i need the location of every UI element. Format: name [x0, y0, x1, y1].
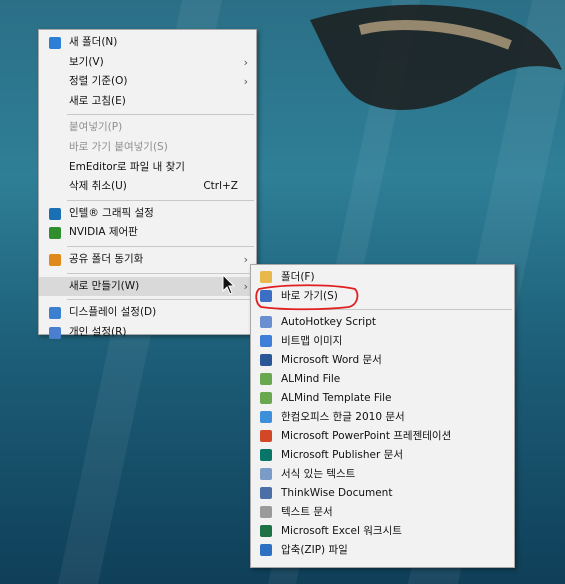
context-menu-item-13[interactable]: 개인 설정(R): [39, 323, 256, 343]
publisher-icon: [260, 449, 272, 461]
submenu-item-13[interactable]: Microsoft Excel 워크시트: [251, 522, 514, 541]
submenu-item-10[interactable]: 서식 있는 텍스트: [251, 465, 514, 484]
context-menu-item-label: 정렬 기준(O): [69, 75, 128, 88]
red-highlight-circle: [255, 284, 359, 311]
submenu-item-7[interactable]: 한컴오피스 한글 2010 문서: [251, 408, 514, 427]
submenu-item-label: 텍스트 문서: [281, 506, 333, 518]
submenu-item-label: Microsoft Excel 워크시트: [281, 525, 402, 537]
submenu-item-label: 비트맵 이미지: [281, 335, 343, 347]
context-menu-item-3[interactable]: 새로 고침(E): [39, 92, 256, 112]
almind-icon: [260, 373, 272, 385]
submenu-item-label: 폴더(F): [281, 271, 315, 283]
submenu-item-14[interactable]: 압축(ZIP) 파일: [251, 541, 514, 560]
context-menu-item-label: 공유 폴더 동기화: [69, 252, 144, 265]
context-menu-item-label: 개인 설정(R): [69, 325, 127, 338]
menu-separator: [67, 114, 254, 116]
excel-icon: [260, 525, 272, 537]
submenu-item-label: AutoHotkey Script: [281, 316, 376, 328]
context-menu-item-10[interactable]: 공유 폴더 동기화 ›: [39, 250, 256, 270]
context-menu-item-label: 붙여넣기(P): [69, 121, 123, 134]
menu-separator: [67, 245, 254, 247]
context-menu-item-label: 새 폴더(N): [69, 36, 118, 48]
context-menu-item-label: 새로 만들기(W): [69, 279, 140, 292]
personalize-icon: [49, 326, 61, 339]
thinkwise-icon: [260, 487, 272, 499]
display-settings-icon: [49, 307, 61, 320]
submenu-item-9[interactable]: Microsoft Publisher 문서: [251, 446, 514, 465]
ahk-script-icon: [260, 316, 272, 328]
context-menu-item-7[interactable]: 삭제 취소(U) Ctrl+Z: [39, 177, 256, 197]
word-icon: [260, 354, 272, 366]
submenu-item-11[interactable]: ThinkWise Document: [251, 484, 514, 503]
swim-fin-image: [310, 4, 562, 111]
chevron-right-icon: ›: [243, 279, 248, 293]
context-menu-item-label: 인텔® 그래픽 설정: [69, 206, 154, 219]
zip-icon: [260, 544, 272, 556]
context-menu-item-label: 디스플레이 설정(D): [69, 306, 157, 319]
context-menu-item-9[interactable]: NVIDIA 제어판: [39, 223, 256, 243]
context-menu-item-label: NVIDIA 제어판: [69, 226, 138, 239]
submenu-item-label: Microsoft PowerPoint 프레젠테이션: [281, 430, 452, 442]
shortcut-hint: Ctrl+Z: [203, 180, 238, 193]
context-menu-item-8[interactable]: 인텔® 그래픽 설정: [39, 204, 256, 224]
context-menu-item-5: 바로 가기 붙여넣기(S): [39, 138, 256, 158]
mouse-cursor-icon: [222, 274, 236, 295]
nvidia-icon: [49, 227, 61, 240]
context-menu-item-2[interactable]: 정렬 기준(O) ›: [39, 72, 256, 92]
context-menu-item-label: 새로 고침(E): [69, 94, 126, 107]
menu-separator: [67, 299, 254, 301]
hwp-icon: [260, 411, 272, 423]
context-menu-item-label: 바로 가기 붙여넣기(S): [69, 140, 168, 153]
context-menu-item-1[interactable]: 보기(V) ›: [39, 53, 256, 73]
submenu-item-8[interactable]: Microsoft PowerPoint 프레젠테이션: [251, 427, 514, 446]
menu-separator: [67, 199, 254, 201]
submenu-item-label: ALMind File: [281, 373, 341, 385]
context-menu-item-label: EmEditor로 파일 내 찾기: [69, 160, 185, 173]
context-menu-item-0[interactable]: 새 폴더(N): [39, 33, 256, 53]
powerpoint-icon: [260, 430, 272, 442]
submenu-item-label: ALMind Template File: [281, 392, 392, 404]
context-menu-item-4: 붙여넣기(P): [39, 118, 256, 138]
submenu-item-6[interactable]: ALMind Template File: [251, 389, 514, 408]
text-document-icon: [260, 506, 272, 518]
submenu-item-12[interactable]: 텍스트 문서: [251, 503, 514, 522]
folder-icon: [260, 271, 272, 283]
chevron-right-icon: ›: [243, 55, 248, 69]
submenu-item-2[interactable]: AutoHotkey Script: [251, 313, 514, 332]
new-folder-icon: [49, 37, 61, 49]
context-menu-item-label: 삭제 취소(U): [69, 180, 127, 193]
bitmap-icon: [260, 335, 272, 347]
submenu-item-label: 한컴오피스 한글 2010 문서: [281, 411, 405, 423]
sync-folder-icon: [49, 253, 61, 266]
chevron-right-icon: ›: [243, 252, 248, 266]
submenu-item-label: 압축(ZIP) 파일: [281, 544, 348, 556]
submenu-item-5[interactable]: ALMind File: [251, 370, 514, 389]
submenu-item-label: 서식 있는 텍스트: [281, 468, 356, 480]
submenu-item-label: Microsoft Word 문서: [281, 354, 382, 366]
chevron-right-icon: ›: [243, 75, 248, 89]
submenu-item-label: Microsoft Publisher 문서: [281, 449, 403, 461]
context-menu-item-6[interactable]: EmEditor로 파일 내 찾기: [39, 158, 256, 178]
context-menu-item-label: 보기(V): [69, 55, 104, 68]
context-menu-item-12[interactable]: 디스플레이 설정(D): [39, 303, 256, 323]
submenu-item-4[interactable]: Microsoft Word 문서: [251, 351, 514, 370]
submenu-item-3[interactable]: 비트맵 이미지: [251, 332, 514, 351]
rich-text-icon: [260, 468, 272, 480]
intel-graphics-icon: [49, 207, 61, 220]
submenu-item-label: ThinkWise Document: [281, 487, 393, 499]
almind-template-icon: [260, 392, 272, 404]
